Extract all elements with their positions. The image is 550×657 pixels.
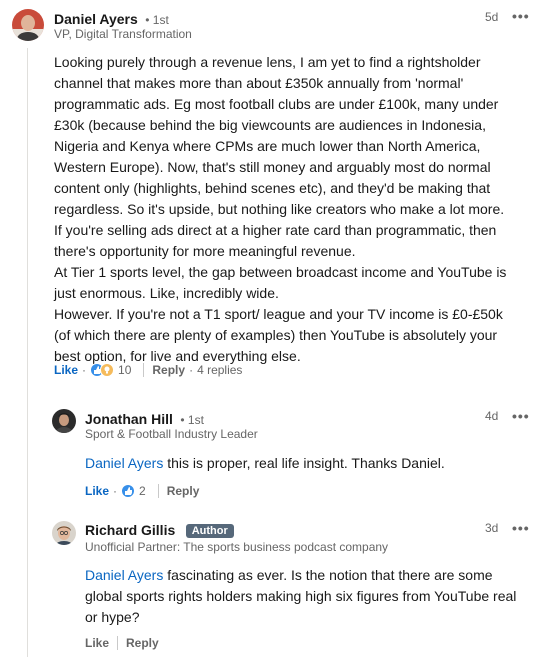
comment-age: 3d: [485, 521, 499, 535]
reply-button[interactable]: Reply: [126, 636, 159, 650]
comment-text-line: (of which there are plenty of examples) …: [54, 327, 498, 343]
action-divider: [143, 363, 145, 377]
more-options-icon[interactable]: •••: [512, 8, 530, 24]
comment-text-line: or hype?: [85, 609, 140, 625]
comment-text: Looking purely through a revenue lens, I…: [54, 52, 506, 367]
action-divider: [117, 636, 119, 650]
like-button[interactable]: Like: [85, 636, 109, 650]
comment-text-line: Nigeria and Kenya where CPMs are much lo…: [54, 138, 481, 154]
reactions[interactable]: 2: [121, 484, 146, 498]
more-options-icon[interactable]: •••: [512, 408, 530, 424]
comment-text-line: However. If you're not a T1 sport/ leagu…: [54, 306, 503, 322]
separator-dot: ·: [189, 363, 194, 377]
comment-text: Daniel Ayers this is proper, real life i…: [85, 453, 445, 474]
comment-text-line: £30k (because behind the big viewcounts …: [54, 117, 486, 133]
comment-actions: Like Reply: [85, 636, 159, 650]
avatar[interactable]: [12, 9, 44, 41]
author-badge: Author: [185, 524, 234, 538]
comment-text-line: At Tier 1 sports level, the gap between …: [54, 264, 507, 280]
avatar[interactable]: [52, 521, 76, 545]
avatar-photo: [52, 521, 76, 545]
replies-link[interactable]: 4 replies: [197, 363, 242, 377]
comment-header: Richard Gillis Author: [85, 522, 234, 540]
like-button[interactable]: Like: [85, 484, 109, 498]
comment-text-line: regardless. So it's upside, but nothing …: [54, 201, 505, 217]
author-name[interactable]: Jonathan Hill: [85, 411, 173, 427]
comment-text-line: programmatic ads. Eg most football clubs…: [54, 96, 499, 112]
comment-age: 5d: [485, 10, 499, 24]
comment-text-line: If you're selling ads direct at a higher…: [54, 222, 497, 238]
thread-line: [27, 48, 28, 657]
comment-text-line: just enormous. Like, incredibly wide.: [54, 285, 279, 301]
comment-actions: Like · 2 Reply: [85, 484, 199, 498]
comment-actions: Like · 10 Reply · 4 replies: [54, 363, 242, 377]
author-headline: VP, Digital Transformation: [54, 27, 192, 41]
comment-text-content: fascinating as ever. Is the notion that …: [163, 567, 493, 583]
comment-text-line: global sports rights holders making high…: [85, 588, 517, 604]
connection-degree: • 1st: [180, 413, 204, 427]
author-headline: Sport & Football Industry Leader: [85, 427, 258, 441]
avatar[interactable]: [52, 409, 76, 433]
author-headline: Unofficial Partner: The sports business …: [85, 540, 389, 554]
reply-button[interactable]: Reply: [152, 363, 185, 377]
avatar-photo: [12, 9, 44, 41]
more-options-icon[interactable]: •••: [512, 520, 530, 536]
like-reaction-icon: [121, 484, 136, 498]
reaction-count: 2: [139, 484, 146, 498]
comment-text-line: Looking purely through a revenue lens, I…: [54, 54, 481, 70]
insightful-reaction-icon: [100, 363, 115, 377]
mention-link[interactable]: Daniel Ayers: [85, 567, 163, 583]
comment-text-line: channel that makes more than about £350k…: [54, 75, 464, 91]
separator-dot: ·: [113, 484, 118, 498]
comment-age: 4d: [485, 409, 499, 423]
author-name[interactable]: Daniel Ayers: [54, 11, 138, 27]
reactions[interactable]: 10: [90, 363, 131, 377]
author-name[interactable]: Richard Gillis: [85, 522, 175, 538]
like-button[interactable]: Like: [54, 363, 78, 377]
comment-text-content: this is proper, real life insight. Thank…: [163, 455, 445, 471]
avatar-photo: [52, 409, 76, 433]
comment-text-line: Western Europe). Now, that's still money…: [54, 159, 491, 175]
comment-text-line: content only (highlights, behind scenes …: [54, 180, 491, 196]
separator-dot: ·: [82, 363, 87, 377]
mention-link[interactable]: Daniel Ayers: [85, 455, 163, 471]
reply-button[interactable]: Reply: [167, 484, 200, 498]
reaction-count: 10: [118, 363, 132, 377]
comment-text: Daniel Ayers fascinating as ever. Is the…: [85, 565, 516, 628]
connection-degree: • 1st: [145, 13, 169, 27]
comment-text-line: there's opportunity for more meaningful …: [54, 243, 356, 259]
action-divider: [157, 484, 159, 498]
